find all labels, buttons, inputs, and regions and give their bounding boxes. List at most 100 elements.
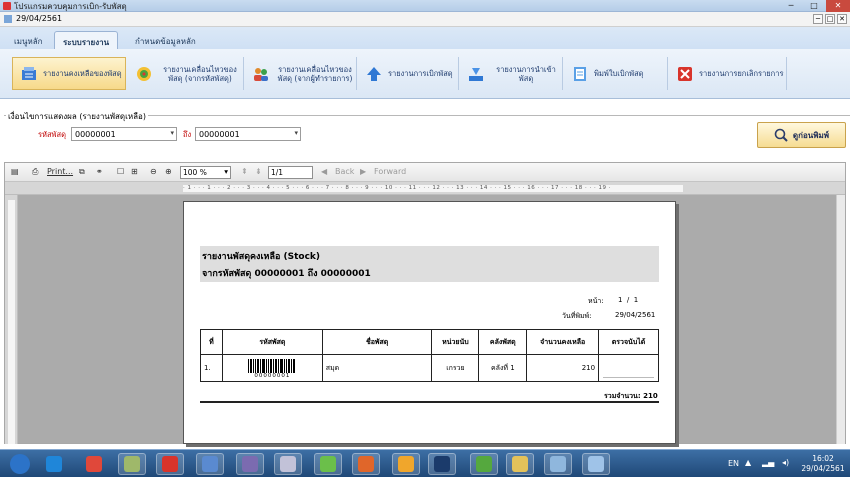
bird-taskbar-icon[interactable] bbox=[392, 453, 420, 475]
child-minimize-button[interactable]: ─ bbox=[813, 14, 823, 24]
next-page-icon[interactable]: ⇟ bbox=[255, 167, 262, 176]
tray-chevron-icon[interactable]: ▲ bbox=[745, 458, 751, 467]
code-from-value: 00000001 bbox=[75, 130, 116, 139]
chevron-down-icon[interactable]: ▾ bbox=[170, 129, 174, 137]
back-arrow-icon[interactable]: ◀ bbox=[321, 167, 327, 176]
report-subtitle: จากรหัสพัสดุ 00000001 ถึง 00000001 bbox=[202, 269, 371, 279]
start-button[interactable] bbox=[6, 453, 34, 475]
ruler-scale-vertical bbox=[8, 200, 15, 444]
app-taskbar-icon-7[interactable] bbox=[544, 453, 572, 475]
chrome-taskbar-icon-glyph bbox=[86, 456, 102, 472]
photoshop-taskbar-icon[interactable] bbox=[428, 453, 456, 475]
zoom-value: 100 % bbox=[183, 168, 207, 177]
language-indicator[interactable]: EN bbox=[728, 459, 739, 468]
to-label: ถึง bbox=[183, 130, 192, 139]
page-input[interactable]: 1/1 bbox=[268, 166, 313, 179]
report-page bbox=[183, 201, 676, 444]
chrome-taskbar-icon[interactable] bbox=[80, 453, 108, 475]
forward-button[interactable]: Forward bbox=[374, 167, 406, 176]
zoom-out-icon[interactable]: ⊖ bbox=[150, 167, 157, 176]
horizontal-ruler: · 1 · · · 1 · · · 2 · · · 3 · · · 4 · · … bbox=[5, 182, 845, 195]
close-button[interactable]: ✕ bbox=[826, 0, 850, 12]
child-window-title: 29/04/2561 bbox=[16, 14, 63, 23]
copy-icon[interactable]: ⧉ bbox=[79, 167, 85, 177]
binoculars-icon[interactable]: ⚭ bbox=[96, 167, 103, 176]
clock[interactable]: 16:02 29/04/2561 bbox=[800, 454, 846, 474]
signal-icon[interactable]: ▂▄ bbox=[762, 458, 774, 467]
start-glyph bbox=[10, 454, 30, 474]
volume-icon[interactable]: ◂) bbox=[782, 458, 789, 467]
table-row: 1. 00000001 สมุด เกรวย คลังที่ 1 210 bbox=[200, 354, 659, 382]
app-taskbar-icon-5[interactable] bbox=[274, 453, 302, 475]
printer-icon[interactable]: ⎙ bbox=[32, 167, 38, 177]
viewer-toolbar: ▤ ⎙ Print... ⧉ ⚭ ☐ ⊞ ⊖ ⊕ 100 % ▾ ⇞ ⇟ 1/1 … bbox=[5, 163, 845, 182]
row-store: คลังที่ 1 bbox=[478, 354, 528, 382]
chevron-down-icon[interactable]: ▾ bbox=[294, 129, 298, 137]
zoom-select[interactable]: 100 % ▾ bbox=[180, 166, 231, 179]
print-slip-label: พิมพ์ใบเบิกพัสดุ bbox=[594, 69, 644, 78]
tab-main-menu[interactable]: เมนูหลัก bbox=[6, 31, 51, 49]
app-taskbar-icon-1[interactable] bbox=[118, 453, 146, 475]
single-page-icon[interactable]: ☐ bbox=[117, 167, 124, 176]
mdi-child-bar: 29/04/2561 ─ □ ✕ bbox=[0, 12, 850, 27]
col-unit: หน่วยนับ bbox=[431, 329, 480, 355]
zoom-in-icon[interactable]: ⊕ bbox=[165, 167, 172, 176]
movement-by-user-button[interactable]: รายงานเคลื่อนไหวของพัสดุ (จากผู้ทำรายการ… bbox=[245, 57, 357, 90]
import-report-icon bbox=[468, 66, 484, 82]
child-close-button[interactable]: ✕ bbox=[837, 14, 847, 24]
col-name: ชื่อพัสดุ bbox=[321, 329, 433, 355]
chevron-down-icon[interactable]: ▾ bbox=[224, 167, 228, 176]
print-slip-button[interactable]: พิมพ์ใบเบิกพัสดุ bbox=[564, 57, 668, 90]
explorer-taskbar-icon-glyph bbox=[512, 456, 528, 472]
forward-arrow-icon[interactable]: ▶ bbox=[360, 167, 366, 176]
app-taskbar-icon-1-glyph bbox=[124, 456, 140, 472]
vertical-ruler bbox=[5, 195, 18, 444]
app-taskbar-icon-4[interactable] bbox=[236, 453, 264, 475]
maximize-button[interactable]: □ bbox=[803, 0, 825, 12]
child-restore-button[interactable]: □ bbox=[825, 14, 835, 24]
movement-by-code-label: รายงานเคลื่อนไหวของพัสดุ (จากรหัสพัสดุ) bbox=[163, 64, 237, 83]
taskbar: EN ▲ ▂▄ ◂) 16:02 29/04/2561 bbox=[0, 449, 850, 477]
tab-reports[interactable]: ระบบรายงาน bbox=[54, 31, 119, 49]
col-no: ที่ bbox=[200, 329, 223, 355]
withdraw-report-button[interactable]: รายงานการเบิกพัสดุ bbox=[358, 57, 459, 90]
stock-report-button[interactable]: รายงานคงเหลือของพัสดุ bbox=[12, 57, 126, 90]
back-button[interactable]: Back bbox=[335, 167, 354, 176]
app-taskbar-icon-6[interactable] bbox=[314, 453, 342, 475]
clock-time: 16:02 bbox=[812, 454, 834, 463]
multi-page-icon[interactable]: ⊞ bbox=[131, 167, 138, 176]
app-taskbar-icon-7-glyph bbox=[550, 456, 566, 472]
window-title-bar: โปรแกรมควบคุมการเบิก-รับพัสดุ ─ □ ✕ bbox=[0, 0, 850, 12]
toggle-tree-icon[interactable]: ▤ bbox=[11, 167, 19, 176]
app-taskbar-icon-2[interactable] bbox=[156, 453, 184, 475]
code-to-combo[interactable]: 00000001 ▾ bbox=[195, 127, 301, 141]
app-taskbar-icon-3[interactable] bbox=[196, 453, 224, 475]
report-title: รายงานพัสดุคงเหลือ (Stock) bbox=[202, 252, 321, 262]
movement-user-icon bbox=[253, 66, 269, 82]
cancel-report-button[interactable]: รายงานการยกเลิกรายการ bbox=[669, 57, 787, 90]
fox-taskbar-icon[interactable] bbox=[352, 453, 380, 475]
utorrent-taskbar-icon-glyph bbox=[476, 456, 492, 472]
utorrent-taskbar-icon[interactable] bbox=[470, 453, 498, 475]
prev-page-icon[interactable]: ⇞ bbox=[241, 167, 248, 176]
page-value: 1 / 1 bbox=[618, 296, 639, 304]
import-report-button[interactable]: รายงานการนำเข้าพัสดุ bbox=[460, 57, 563, 90]
fox-taskbar-icon-glyph bbox=[358, 456, 374, 472]
ie-taskbar-icon[interactable] bbox=[40, 453, 68, 475]
bird-taskbar-icon-glyph bbox=[398, 456, 414, 472]
preview-print-button[interactable]: ดูก่อนพิมพ์ bbox=[757, 122, 846, 148]
explorer-taskbar-icon[interactable] bbox=[506, 453, 534, 475]
child-window-icon bbox=[4, 15, 12, 23]
movement-by-code-button[interactable]: รายงานเคลื่อนไหวของพัสดุ (จากรหัสพัสดุ) bbox=[128, 57, 244, 90]
minimize-button[interactable]: ─ bbox=[780, 0, 802, 12]
withdraw-report-icon bbox=[366, 66, 382, 82]
print-slip-icon bbox=[572, 66, 588, 82]
viewer-scrollbar[interactable] bbox=[836, 195, 845, 444]
tab-master-data[interactable]: กำหนดข้อมูลหลัก bbox=[127, 31, 204, 49]
app-taskbar-icon-3-glyph bbox=[202, 456, 218, 472]
code-from-combo[interactable]: 00000001 ▾ bbox=[71, 127, 177, 141]
cancel-report-label: รายงานการยกเลิกรายการ bbox=[699, 69, 784, 78]
app-taskbar-icon-8[interactable] bbox=[582, 453, 610, 475]
row-unit: เกรวย bbox=[431, 354, 480, 382]
print-button[interactable]: Print... bbox=[47, 167, 73, 176]
